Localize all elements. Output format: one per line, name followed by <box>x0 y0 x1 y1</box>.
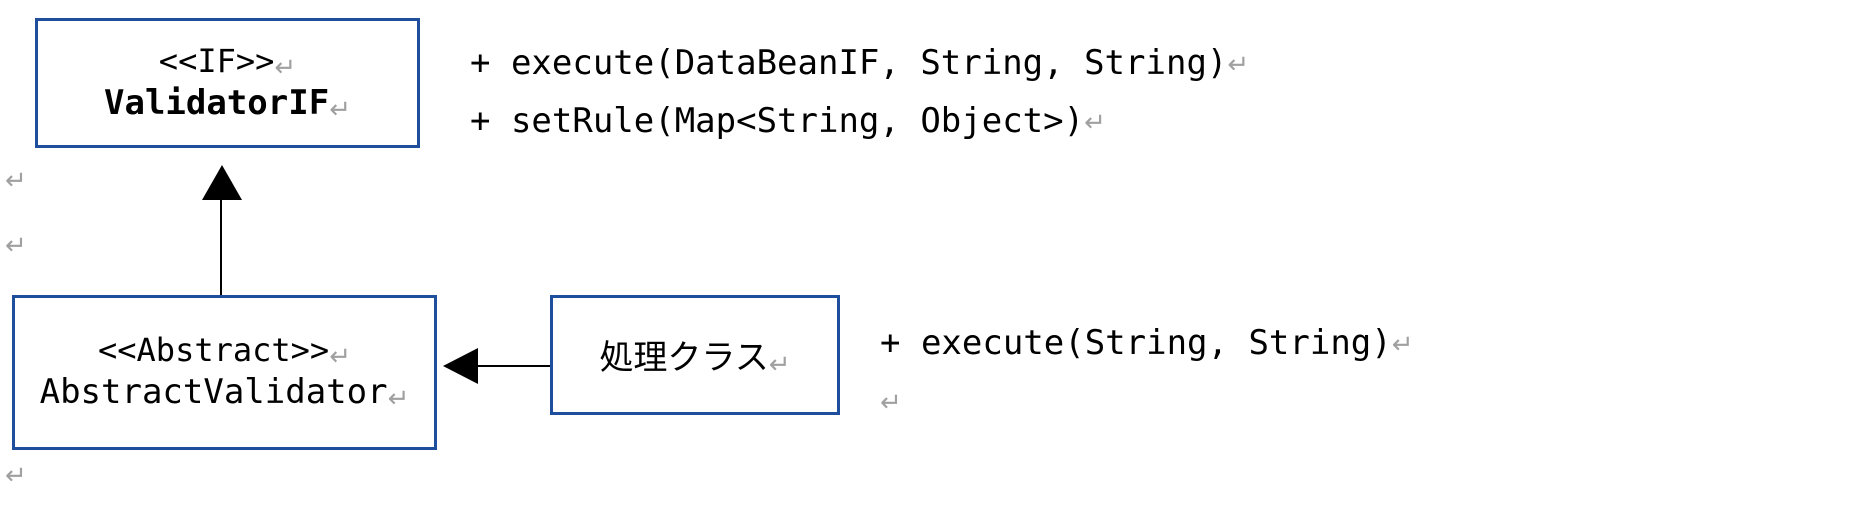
class-box-process-class: 処理クラス↵ <box>550 295 840 415</box>
method-text: + execute(String, String) <box>880 323 1392 363</box>
method-row: + setRule(Map<String, Object>)↵ <box>470 93 1249 151</box>
method-row: ↵ <box>880 373 1414 431</box>
return-mark-icon: ↵ <box>5 460 27 491</box>
return-mark-icon: ↵ <box>388 383 410 414</box>
class-name-text: 処理クラス <box>599 339 768 377</box>
return-mark-icon: ↵ <box>769 349 791 380</box>
arrow-line-vertical <box>220 195 222 295</box>
stereotype-label: <<IF>>↵ <box>159 42 296 83</box>
class-name-row: AbstractValidator↵ <box>40 372 410 414</box>
return-mark-icon: ↵ <box>1084 100 1106 144</box>
return-mark-icon: ↵ <box>1227 42 1249 86</box>
arrow-head-left-icon <box>443 348 478 384</box>
class-name-row: 処理クラス↵ <box>599 330 790 380</box>
methods-process-class: + execute(String, String)↵ ↵ <box>880 315 1414 431</box>
method-text: + execute(DataBeanIF, String, String) <box>470 43 1227 83</box>
return-mark-icon: ↵ <box>5 230 27 261</box>
class-name-text: ValidatorIF <box>104 83 329 123</box>
stereotype-text: <<IF>> <box>159 42 275 80</box>
return-mark-icon: ↵ <box>329 94 351 125</box>
method-text: + setRule(Map<String, Object>) <box>470 101 1084 141</box>
stereotype-text: <<Abstract>> <box>98 331 329 369</box>
arrow-line-horizontal <box>478 365 550 367</box>
methods-validator-if: + execute(DataBeanIF, String, String)↵ +… <box>470 35 1249 151</box>
return-mark-icon: ↵ <box>1392 322 1414 366</box>
class-box-validator-if: <<IF>>↵ ValidatorIF↵ <box>35 18 420 148</box>
return-mark-icon: ↵ <box>5 165 27 196</box>
class-name-text: AbstractValidator <box>40 372 388 412</box>
return-mark-icon: ↵ <box>329 341 351 372</box>
return-mark-icon: ↵ <box>880 380 902 424</box>
class-name-row: ValidatorIF↵ <box>104 83 351 125</box>
arrow-head-up-icon <box>202 165 242 200</box>
method-row: + execute(DataBeanIF, String, String)↵ <box>470 35 1249 93</box>
return-mark-icon: ↵ <box>274 52 296 83</box>
stereotype-label: <<Abstract>>↵ <box>98 331 351 372</box>
method-row: + execute(String, String)↵ <box>880 315 1414 373</box>
class-box-abstract-validator: <<Abstract>>↵ AbstractValidator↵ <box>12 295 437 450</box>
